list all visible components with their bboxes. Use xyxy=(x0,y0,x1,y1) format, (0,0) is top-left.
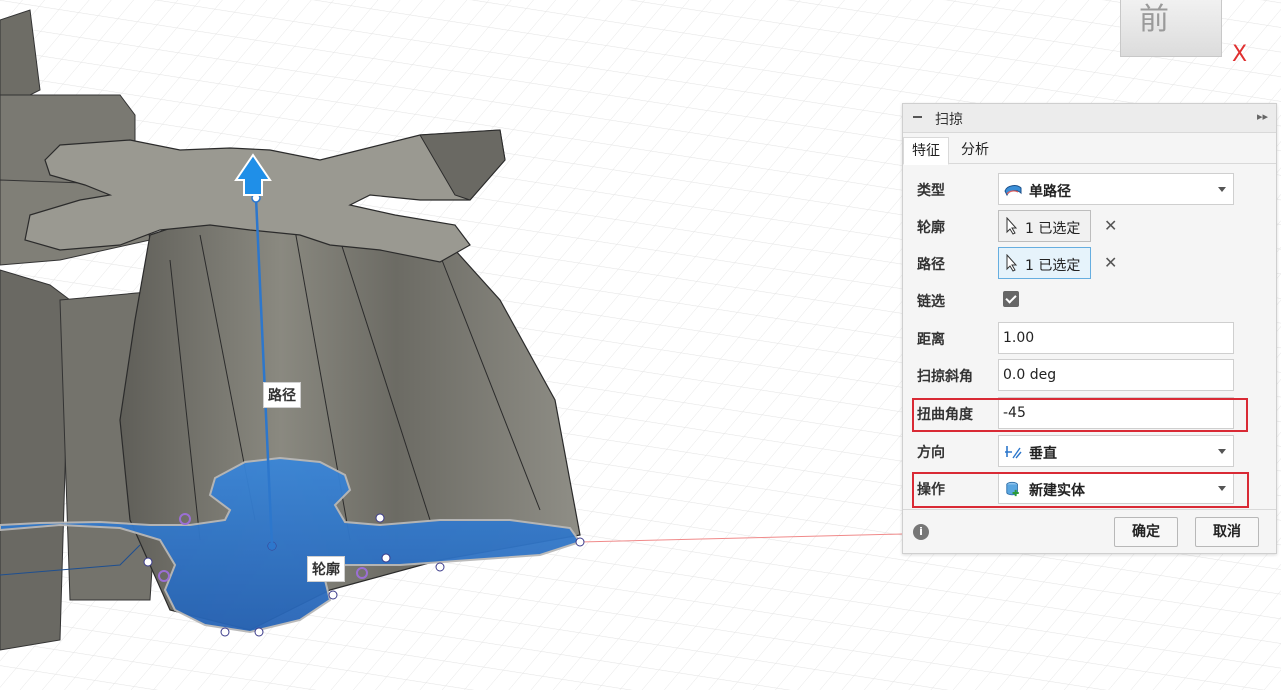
path-value: 1 已选定 xyxy=(1025,258,1081,274)
operation-value: 新建实体 xyxy=(1029,483,1085,499)
row-path: 路径 1 已选定 ✕ xyxy=(903,245,1276,281)
dialog-title: 扫掠 xyxy=(935,112,963,128)
taper-label: 扫掠斜角 xyxy=(917,369,973,385)
path-label: 路径 xyxy=(917,257,945,273)
row-orientation: 方向 垂直 xyxy=(903,433,1276,469)
row-type: 类型 单路径 xyxy=(903,171,1276,207)
new-body-icon xyxy=(1006,481,1019,497)
twist-angle-input[interactable]: -45 xyxy=(998,397,1234,429)
taper-value: 0.0 deg xyxy=(1003,367,1057,383)
profile-tag[interactable]: 轮廓 xyxy=(307,556,345,582)
viewcube[interactable]: 前 X xyxy=(1110,0,1247,70)
row-distance: 距离 1.00 xyxy=(903,320,1276,356)
row-twist: 扭曲角度 -45 xyxy=(903,395,1276,431)
twist-label: 扭曲角度 xyxy=(917,407,973,423)
operation-label: 操作 xyxy=(917,482,945,498)
taper-angle-input[interactable]: 0.0 deg xyxy=(998,359,1234,391)
tab-features[interactable]: 特征 xyxy=(903,137,949,165)
orientation-value: 垂直 xyxy=(1029,446,1057,462)
chevron-down-icon xyxy=(1218,449,1226,454)
viewcube-front-face[interactable]: 前 xyxy=(1120,0,1222,57)
profile-value: 1 已选定 xyxy=(1025,221,1081,237)
sweep-single-path-icon xyxy=(1004,185,1022,197)
row-profile: 轮廓 1 已选定 ✕ xyxy=(903,208,1276,244)
chain-label: 链选 xyxy=(917,294,945,310)
info-icon[interactable]: i xyxy=(913,524,929,540)
x-axis-label: X xyxy=(1232,42,1248,67)
row-operation: 操作 新建实体 xyxy=(903,470,1276,506)
orientation-dropdown[interactable]: 垂直 xyxy=(998,435,1234,467)
dialog-footer: i 确定 取消 xyxy=(903,509,1276,554)
dialog-header[interactable]: 扫掠 ▸▸ xyxy=(903,104,1276,133)
sweep-dialog: 扫掠 ▸▸ 特征 分析 类型 单路径 轮廓 1 已选定 ✕ 路径 1 已选定 ✕ xyxy=(902,103,1277,554)
clear-path-icon[interactable]: ✕ xyxy=(1104,253,1117,272)
cancel-button[interactable]: 取消 xyxy=(1195,517,1259,547)
distance-label: 距离 xyxy=(917,332,945,348)
type-label: 类型 xyxy=(917,183,945,199)
cursor-select-icon xyxy=(1006,217,1018,235)
path-tag[interactable]: 路径 xyxy=(263,382,301,408)
twist-value: -45 xyxy=(1003,405,1026,421)
chain-checkbox[interactable] xyxy=(1003,291,1019,307)
clear-profile-icon[interactable]: ✕ xyxy=(1104,216,1117,235)
cursor-select-icon xyxy=(1006,254,1018,272)
type-value: 单路径 xyxy=(1029,184,1071,200)
tab-analysis[interactable]: 分析 xyxy=(953,137,997,163)
operation-dropdown[interactable]: 新建实体 xyxy=(998,472,1234,504)
ok-button[interactable]: 确定 xyxy=(1114,517,1178,547)
chevron-down-icon xyxy=(1218,486,1226,491)
row-chain: 链选 xyxy=(903,282,1276,318)
collapse-icon[interactable] xyxy=(911,110,925,124)
profile-label: 轮廓 xyxy=(917,220,945,236)
distance-value: 1.00 xyxy=(1003,330,1035,346)
profile-select-button[interactable]: 1 已选定 xyxy=(998,210,1091,242)
distance-input[interactable]: 1.00 xyxy=(998,322,1234,354)
perpendicular-icon xyxy=(1005,446,1022,459)
row-taper: 扫掠斜角 0.0 deg xyxy=(903,357,1276,393)
expand-panel-icon[interactable]: ▸▸ xyxy=(1257,110,1268,123)
orientation-label: 方向 xyxy=(917,445,945,461)
chevron-down-icon xyxy=(1218,187,1226,192)
path-select-button[interactable]: 1 已选定 xyxy=(998,247,1091,279)
dialog-tabs: 特征 分析 xyxy=(903,133,1276,165)
viewcube-face-label: 前 xyxy=(1139,2,1171,37)
type-dropdown[interactable]: 单路径 xyxy=(998,173,1234,205)
